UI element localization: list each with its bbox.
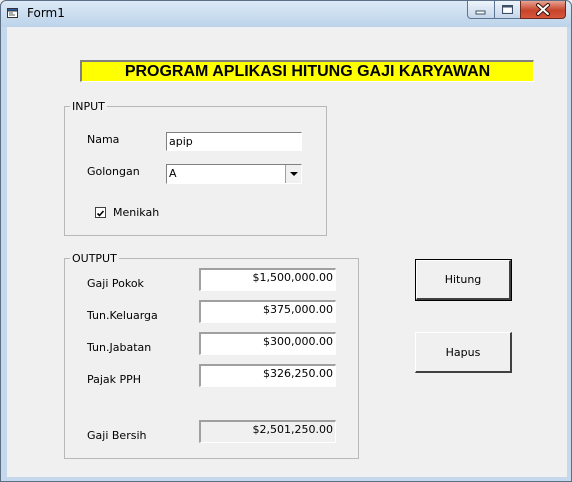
close-icon [536,3,550,16]
nama-label: Nama [87,133,120,146]
output-group-legend: OUTPUT [72,252,117,265]
hitung-button[interactable]: Hitung [415,259,512,301]
tun-keluarga-label: Tun.Keluarga [87,309,158,322]
gaji-bersih-label: Gaji Bersih [87,429,147,442]
pajak-pph-output[interactable]: $326,250.00 [199,364,336,387]
gaji-pokok-label: Gaji Pokok [87,277,144,290]
pajak-pph-label: Pajak PPH [87,373,142,386]
input-group-legend: INPUT [72,100,105,113]
minimize-button[interactable] [467,1,495,19]
title-bar[interactable]: Form1 [1,1,571,27]
tun-keluarga-output[interactable]: $375,000.00 [199,300,336,323]
tun-jabatan-label: Tun.Jabatan [87,341,152,354]
nama-input[interactable]: apip [166,132,302,151]
golongan-select[interactable]: A [166,164,302,184]
hapus-button[interactable]: Hapus [415,332,512,373]
hitung-button-label: Hitung [444,273,482,286]
maximize-icon [502,5,513,14]
form-window: Form1 PROGRAM APLIKASI HITUNG GAJI KARYA… [0,0,572,482]
maximize-button[interactable] [494,1,521,19]
golongan-selected-value: A [169,167,177,180]
chevron-down-icon [289,171,298,176]
minimize-icon [475,10,486,15]
menikah-label: Menikah [113,206,160,219]
form-icon [7,7,19,19]
golongan-label: Golongan [87,165,140,178]
close-button[interactable] [520,1,566,19]
check-icon [96,210,105,217]
gaji-bersih-output[interactable]: $2,501,250.00 [199,420,336,443]
form-client-area: PROGRAM APLIKASI HITUNG GAJI KARYAWAN IN… [7,27,567,477]
hapus-button-label: Hapus [445,346,481,359]
gaji-pokok-output[interactable]: $1,500,000.00 [199,268,336,291]
tun-jabatan-output[interactable]: $300,000.00 [199,332,336,355]
golongan-dropdown-button[interactable] [285,165,301,183]
program-title-banner: PROGRAM APLIKASI HITUNG GAJI KARYAWAN [80,60,534,82]
window-title: Form1 [27,6,65,20]
menikah-checkbox[interactable] [95,207,106,218]
